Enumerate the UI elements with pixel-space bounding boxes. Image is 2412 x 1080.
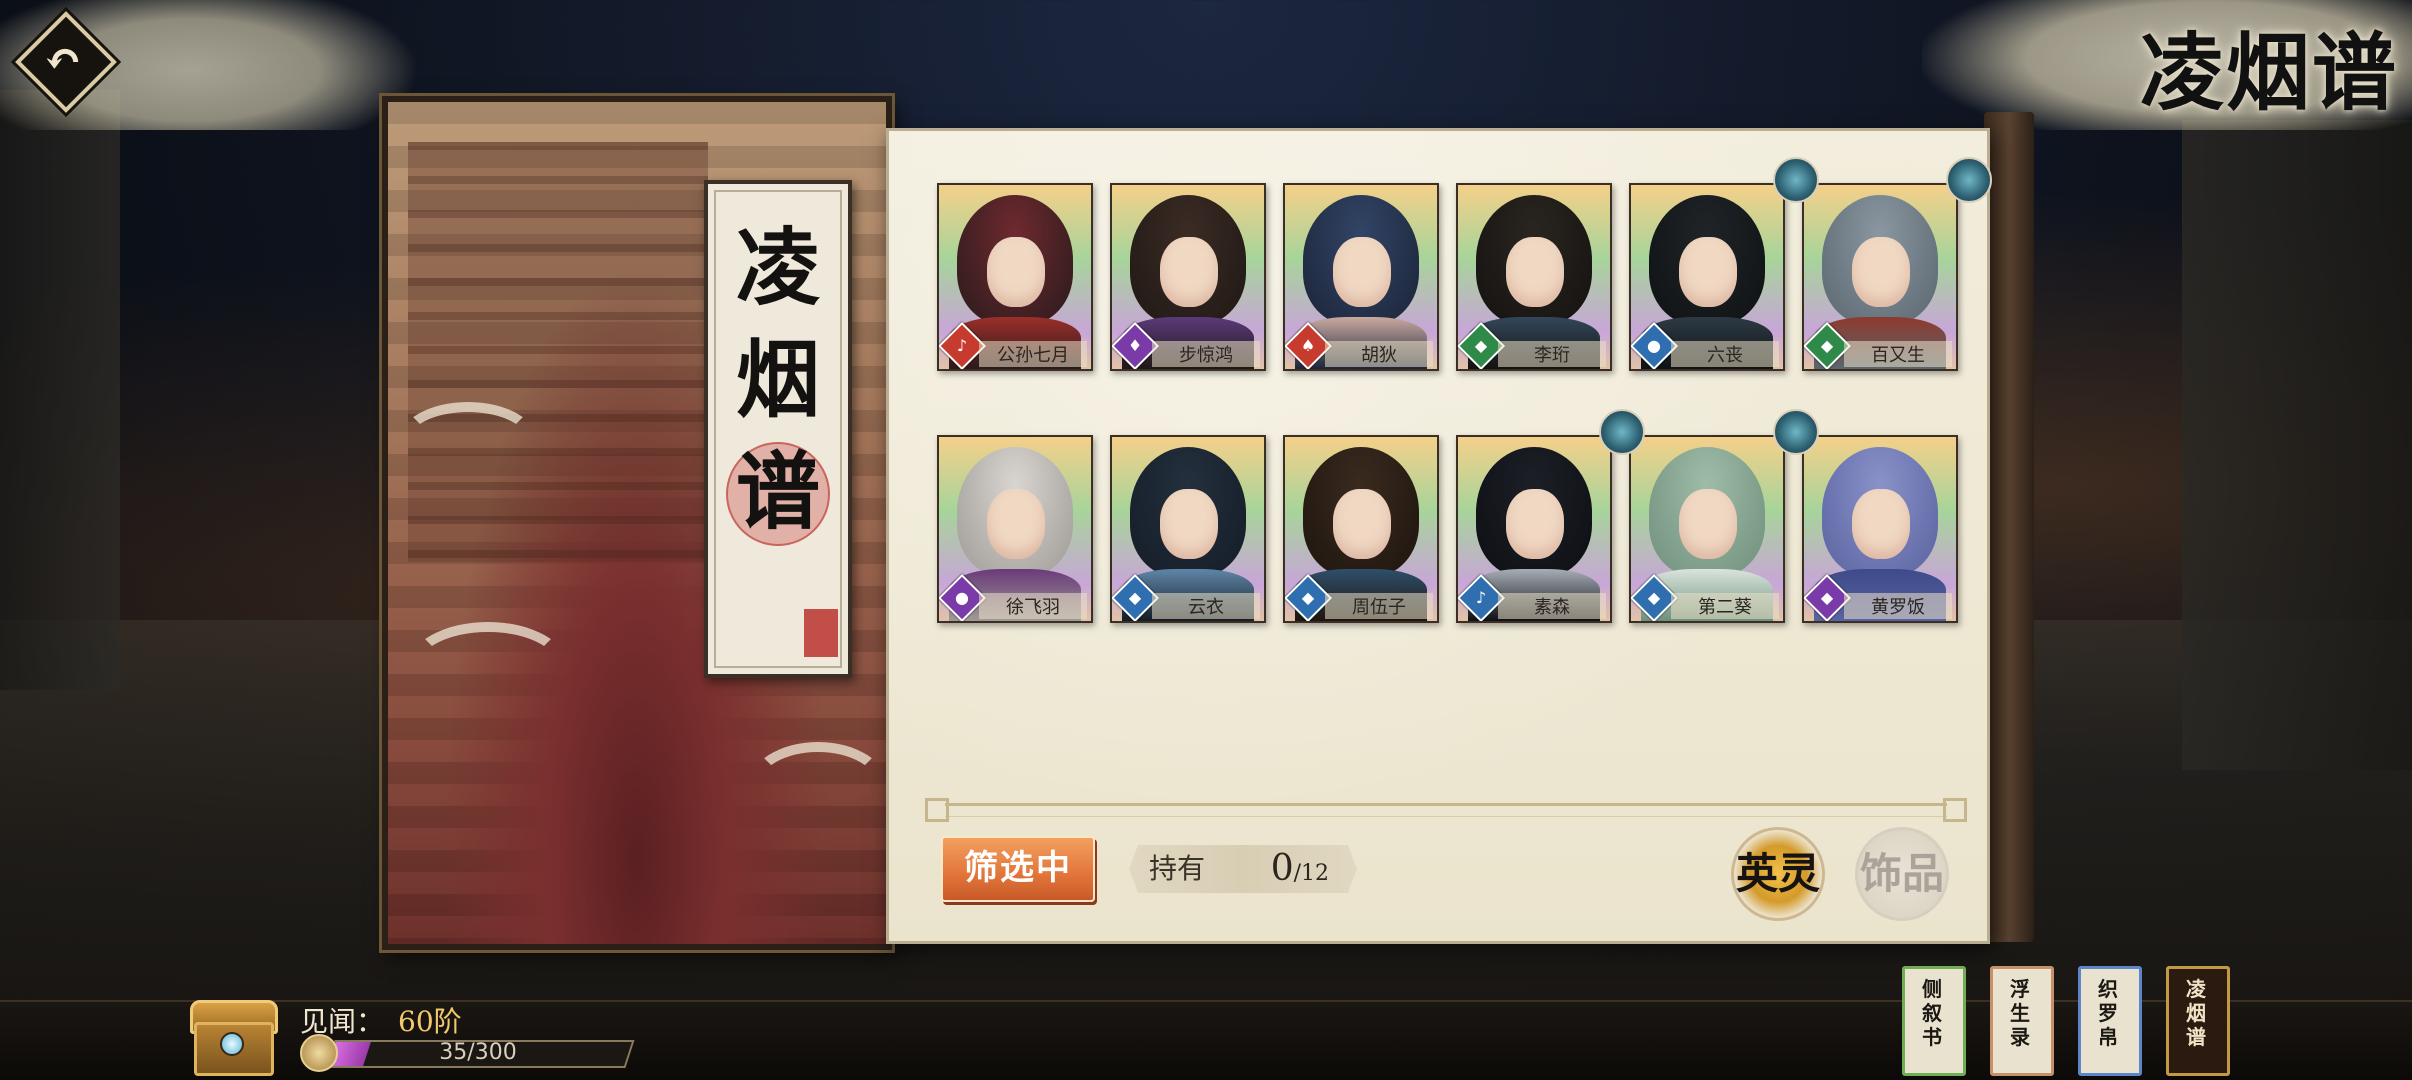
book-tab-3[interactable]: 织罗帛 [2078,966,2142,1076]
character-name: 素森 [1498,593,1606,619]
cloud-swirl [398,402,538,482]
tab-heroes[interactable]: 英灵 [1731,827,1825,921]
character-card[interactable]: ◆ 百又生 [1802,183,1958,371]
experience-progress-text: 35/300 [439,1040,517,1065]
element-orb-icon [1946,157,1992,203]
book-title: 织罗帛 [2098,977,2118,1049]
book-title: 浮生录 [2010,977,2030,1049]
panel-frame-right [1984,112,2034,942]
character-card[interactable]: ◆ 云衣 [1110,435,1266,623]
element-orb-icon [1773,409,1819,455]
character-card[interactable]: ● 徐飞羽 [937,435,1093,623]
character-face [1506,237,1564,307]
book-tab-2[interactable]: 浮生录 [1990,966,2054,1076]
character-card[interactable]: ♠ 胡狄 [1283,183,1439,371]
chest-gem [220,1032,244,1056]
character-face [1333,489,1391,559]
character-card[interactable]: ♪ 公孙七月 [937,183,1093,371]
role-badge-glyph: ♪ [1475,588,1487,607]
character-name: 百又生 [1844,341,1952,367]
character-face [987,237,1045,307]
book-title: 侧叙书 [1922,977,1942,1049]
role-badge-glyph: ♪ [956,336,968,355]
role-badge-glyph: ◆ [1820,336,1834,355]
character-card[interactable]: ● 六丧 [1629,183,1785,371]
character-card[interactable]: ◆ 黄罗饭 [1802,435,1958,623]
character-face [1852,489,1910,559]
banner-title-char: 烟 [735,330,820,429]
character-face [1333,237,1391,307]
owned-number: 0 [1270,848,1294,889]
role-badge-glyph: ◆ [1301,588,1315,607]
back-button[interactable]: ↶ [15,11,117,113]
character-face [1679,237,1737,307]
character-panel: ♪ 公孙七月 ♦ 步惊鸿 ♠ 胡狄 ◆ 李珩 ● 六丧 ◆ 百又生 ● 徐飞羽 ◆ 云衣 ◆ 周伍子 ♪ 素森 ◆ 第二葵… [886,128,1992,944]
character-card[interactable]: ◆ 周伍子 [1283,435,1439,623]
character-name: 周伍子 [1325,593,1433,619]
book-title: 凌烟谱 [2186,977,2206,1049]
role-badge-glyph: ◆ [1128,588,1142,607]
character-card[interactable]: ◆ 李珩 [1456,183,1612,371]
character-name: 云衣 [1152,593,1260,619]
tab-ornaments[interactable]: 饰品 [1855,827,1949,921]
owned-label: 持有 [1149,852,1206,885]
character-face [987,489,1045,559]
pillar-left [0,90,120,690]
owned-counter: 持有 0/12 [1129,845,1357,893]
character-face [1506,489,1564,559]
character-name: 胡狄 [1325,341,1433,367]
panel-divider [925,798,1967,822]
role-badge-glyph: ◆ [1647,588,1661,607]
experience-title: 见闻： [300,1005,385,1038]
role-badge-glyph: ◆ [1474,336,1488,355]
banner-title-char-text: 谱 [735,442,820,541]
character-name: 第二葵 [1671,593,1779,619]
character-name: 李珩 [1498,341,1606,367]
character-card[interactable]: ◆ 第二葵 [1629,435,1785,623]
character-face [1160,489,1218,559]
owned-count: 0/12 [1270,845,1329,893]
page-title: 凌烟谱 [2139,23,2398,122]
character-name: 公孙七月 [979,341,1087,367]
cloud-swirl [748,742,888,832]
book-tab-4-active[interactable]: 凌烟谱 [2166,966,2230,1076]
role-badge-glyph: ● [955,588,969,607]
collection-banner: 凌 烟 谱 [382,96,892,950]
character-card[interactable]: ♪ 素森 [1456,435,1612,623]
element-orb-icon [1599,409,1645,455]
role-badge-glyph: ♠ [1300,336,1316,355]
pillar-right [2182,120,2412,770]
character-face [1852,237,1910,307]
red-seal-stamp [804,609,838,657]
banner-title-char: 谱 [708,436,848,548]
role-badge-glyph: ◆ [1820,588,1834,607]
owned-total: /12 [1293,861,1329,886]
book-tab-1[interactable]: 侧叙书 [1902,966,1966,1076]
character-face [1679,489,1737,559]
character-name: 黄罗饭 [1844,593,1952,619]
character-card[interactable]: ♦ 步惊鸿 [1110,183,1266,371]
quill-icon [300,1034,338,1072]
banner-title-char: 凌 [735,218,820,317]
temple-illustration [408,142,708,562]
banner-title-scroll: 凌 烟 谱 [704,180,852,678]
character-face [1160,237,1218,307]
role-badge-glyph: ♦ [1127,336,1143,355]
character-name: 徐飞羽 [979,593,1087,619]
character-name: 步惊鸿 [1152,341,1260,367]
role-badge-glyph: ● [1647,336,1661,355]
character-name: 六丧 [1671,341,1779,367]
treasure-chest-icon[interactable] [190,994,278,1076]
cloud-swirl [408,622,568,712]
element-orb-icon [1773,157,1819,203]
filter-button[interactable]: 筛选中 [941,836,1095,902]
back-arrow-icon: ↶ [43,32,83,86]
experience-level: 60阶 [398,1005,462,1038]
